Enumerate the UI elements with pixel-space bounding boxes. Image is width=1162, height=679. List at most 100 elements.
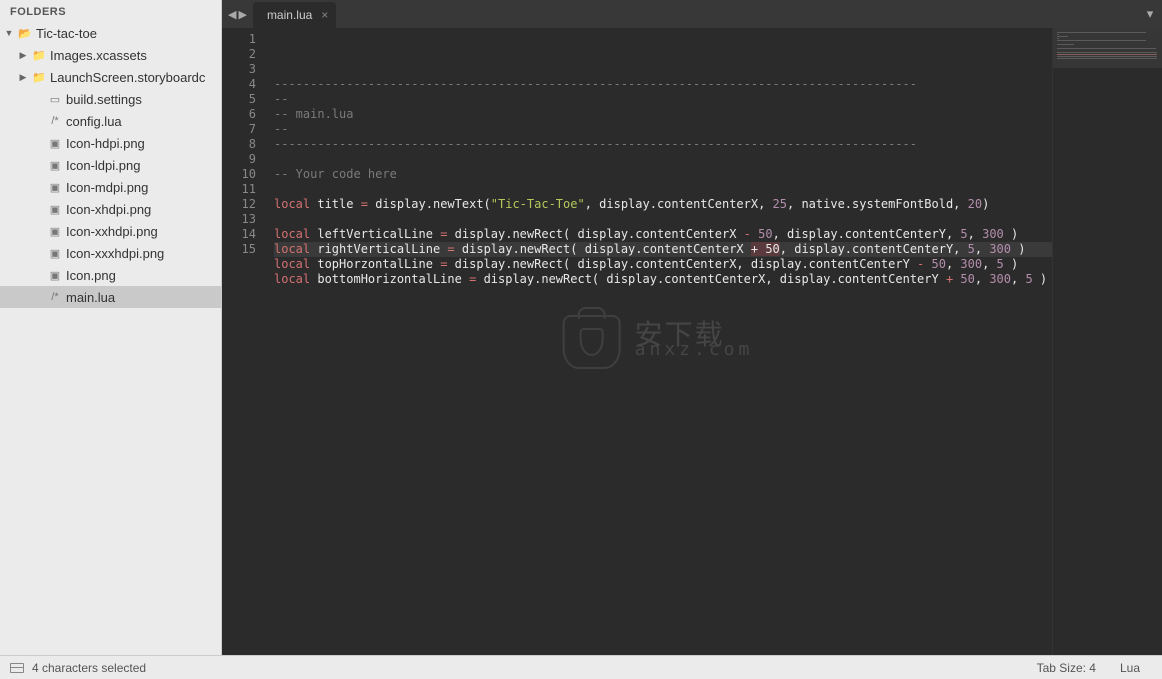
chevron-down-icon: ▾ — [1147, 6, 1154, 22]
line-gutter: 123456789101112131415 — [222, 28, 264, 655]
disclosure-icon[interactable]: ▶ — [16, 72, 30, 83]
code-line[interactable]: -- main.lua — [274, 107, 1052, 122]
code-line[interactable]: local topHorzontalLine = display.newRect… — [274, 257, 1052, 272]
image-icon: ▣ — [46, 137, 64, 150]
tab-nav-arrows: ◀ ▶ — [222, 0, 253, 28]
tab-label: main.lua — [267, 8, 312, 22]
code-line[interactable]: local leftVerticalLine = display.newRect… — [274, 227, 1052, 242]
code-icon: /* — [46, 291, 64, 303]
file-row-icon-mdpi-png[interactable]: ▣Icon-mdpi.png — [0, 176, 221, 198]
statusbar-left: 4 characters selected — [10, 661, 146, 675]
nav-back-icon[interactable]: ◀ — [228, 8, 236, 21]
code-line[interactable]: local bottomHorizontalLine = display.new… — [274, 272, 1052, 287]
file-row-icon-xxxhdpi-png[interactable]: ▣Icon-xxxhdpi.png — [0, 242, 221, 264]
code-line[interactable] — [274, 182, 1052, 197]
tab-bar: ◀ ▶ main.lua × ▾ — [222, 0, 1162, 28]
editor-pane: ◀ ▶ main.lua × ▾ 123456789101112131415 安… — [222, 0, 1162, 655]
code-area[interactable]: 123456789101112131415 安下载 anxz.com -----… — [222, 28, 1162, 655]
tree-label: Images.xcassets — [48, 48, 147, 63]
disclosure-icon[interactable]: ▼ — [2, 28, 16, 38]
code-line[interactable]: local title = display.newText("Tic-Tac-T… — [274, 197, 1052, 212]
line-number: 11 — [222, 182, 256, 197]
line-number: 3 — [222, 62, 256, 77]
code-line[interactable]: ----------------------------------------… — [274, 137, 1052, 152]
line-number: 14 — [222, 227, 256, 242]
tree-label: build.settings — [64, 92, 142, 107]
line-number: 4 — [222, 77, 256, 92]
tabbar-spacer — [336, 0, 1138, 28]
line-number: 13 — [222, 212, 256, 227]
image-icon: ▣ — [46, 269, 64, 282]
code-line[interactable] — [274, 287, 1052, 302]
line-number: 6 — [222, 107, 256, 122]
file-row-icon-xxhdpi-png[interactable]: ▣Icon-xxhdpi.png — [0, 220, 221, 242]
line-number: 1 — [222, 32, 256, 47]
tree-label: main.lua — [64, 290, 115, 305]
code-content[interactable]: 安下载 anxz.com ---------------------------… — [264, 28, 1052, 655]
file-row-icon-hdpi-png[interactable]: ▣Icon-hdpi.png — [0, 132, 221, 154]
file-row-icon-ldpi-png[interactable]: ▣Icon-ldpi.png — [0, 154, 221, 176]
line-number: 2 — [222, 47, 256, 62]
tree-label: LaunchScreen.storyboardc — [48, 70, 205, 85]
line-number: 5 — [222, 92, 256, 107]
sidebar-header: FOLDERS — [0, 0, 221, 22]
line-number: 9 — [222, 152, 256, 167]
tree-label: Icon-hdpi.png — [64, 136, 145, 151]
image-icon: ▣ — [46, 247, 64, 260]
folder-row-images-xcassets[interactable]: ▶📁Images.xcassets — [0, 44, 221, 66]
disclosure-icon[interactable]: ▶ — [16, 50, 30, 61]
code-line[interactable] — [274, 152, 1052, 167]
tabsize-button[interactable]: Tab Size: 4 — [1025, 661, 1108, 675]
image-icon: ▣ — [46, 225, 64, 238]
code-icon: /* — [46, 115, 64, 127]
watermark: 安下载 anxz.com — [563, 315, 754, 369]
language-button[interactable]: Lua — [1108, 661, 1152, 675]
image-icon: ▣ — [46, 159, 64, 172]
minimap[interactable] — [1052, 28, 1162, 655]
tab-main-lua[interactable]: main.lua × — [253, 2, 336, 28]
line-number: 8 — [222, 137, 256, 152]
file-row-config-lua[interactable]: /*config.lua — [0, 110, 221, 132]
tree-label: Icon.png — [64, 268, 116, 283]
code-line[interactable] — [274, 212, 1052, 227]
file-icon: ▭ — [46, 93, 64, 106]
status-bar: 4 characters selected Tab Size: 4 Lua — [0, 655, 1162, 679]
folder-icon: 📁 — [30, 49, 48, 62]
tree-label: Icon-mdpi.png — [64, 180, 148, 195]
folder-row-launchscreen-storyboardc[interactable]: ▶📁LaunchScreen.storyboardc — [0, 66, 221, 88]
folder-open-icon: 📂 — [16, 27, 34, 40]
file-row-build-settings[interactable]: ▭build.settings — [0, 88, 221, 110]
code-line[interactable]: local rightVerticalLine = display.newRec… — [274, 242, 1052, 257]
code-line[interactable]: ----------------------------------------… — [274, 77, 1052, 92]
tree-label: config.lua — [64, 114, 122, 129]
tree-label: Tic-tac-toe — [34, 26, 97, 41]
panel-icon[interactable] — [10, 663, 24, 673]
close-icon[interactable]: × — [321, 8, 328, 22]
file-tree: ▼📂Tic-tac-toe▶📁Images.xcassets▶📁LaunchSc… — [0, 22, 221, 308]
line-number: 7 — [222, 122, 256, 137]
image-icon: ▣ — [46, 203, 64, 216]
main-area: FOLDERS ▼📂Tic-tac-toe▶📁Images.xcassets▶📁… — [0, 0, 1162, 655]
folder-row-tic-tac-toe[interactable]: ▼📂Tic-tac-toe — [0, 22, 221, 44]
file-row-icon-xhdpi-png[interactable]: ▣Icon-xhdpi.png — [0, 198, 221, 220]
code-line[interactable]: -- — [274, 122, 1052, 137]
tree-label: Icon-xxhdpi.png — [64, 224, 158, 239]
file-row-main-lua[interactable]: /*main.lua — [0, 286, 221, 308]
code-line[interactable]: -- — [274, 92, 1052, 107]
sidebar: FOLDERS ▼📂Tic-tac-toe▶📁Images.xcassets▶📁… — [0, 0, 222, 655]
code-line[interactable]: -- Your code here — [274, 167, 1052, 182]
line-number: 10 — [222, 167, 256, 182]
line-number: 15 — [222, 242, 256, 257]
file-row-icon-png[interactable]: ▣Icon.png — [0, 264, 221, 286]
watermark-cn: 安下载 — [635, 327, 754, 342]
tab-menu-button[interactable]: ▾ — [1138, 0, 1162, 28]
watermark-badge-icon — [563, 315, 621, 369]
selection-status: 4 characters selected — [32, 661, 146, 675]
image-icon: ▣ — [46, 181, 64, 194]
watermark-en: anxz.com — [635, 342, 754, 357]
nav-forward-icon[interactable]: ▶ — [238, 8, 246, 21]
tree-label: Icon-xxxhdpi.png — [64, 246, 164, 261]
folder-icon: 📁 — [30, 71, 48, 84]
line-number: 12 — [222, 197, 256, 212]
tree-label: Icon-ldpi.png — [64, 158, 140, 173]
